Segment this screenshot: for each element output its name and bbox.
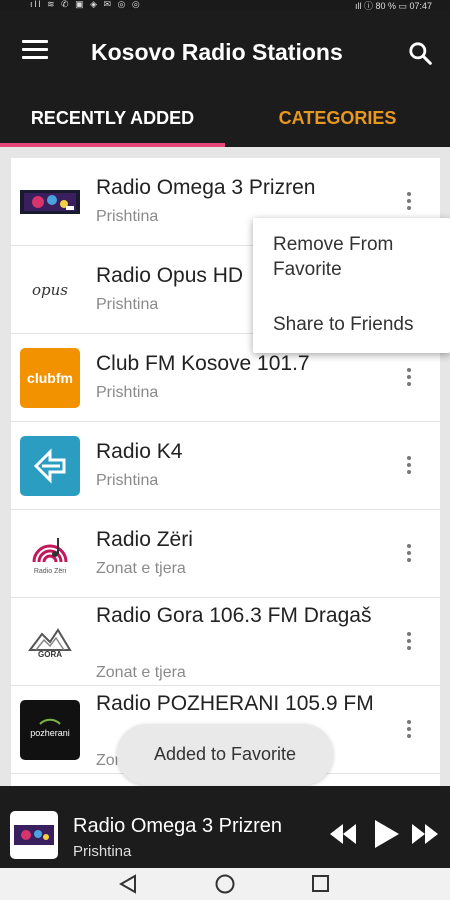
- clubfm-logo-text: clubfm: [27, 370, 73, 386]
- hamburger-menu-icon[interactable]: [22, 40, 48, 60]
- pozherani-logo: pozherani: [20, 700, 80, 760]
- omega-logo: [20, 172, 80, 232]
- clubfm-logo: clubfm: [20, 348, 80, 408]
- gora-logo: GORA: [20, 612, 80, 672]
- toast-message: Added to Favorite: [117, 724, 333, 785]
- station-name: Club FM Kosove 101.7: [96, 352, 310, 375]
- more-options-icon[interactable]: [403, 456, 415, 478]
- more-options-icon[interactable]: [403, 368, 415, 390]
- station-location: Zonat e tjera: [96, 664, 186, 681]
- station-location: Prishtina: [96, 384, 159, 401]
- home-icon[interactable]: [214, 874, 236, 896]
- station-row[interactable]: Radio K4 Prishtina: [11, 422, 440, 510]
- player-station-logo: [10, 811, 58, 859]
- play-icon[interactable]: [375, 820, 399, 848]
- gora-logo-text: GORA: [38, 650, 62, 659]
- station-location: Zonat e tjera: [96, 560, 186, 577]
- station-location: Prishtina: [96, 208, 159, 225]
- recents-icon[interactable]: [311, 874, 331, 894]
- rewind-icon[interactable]: [330, 824, 356, 844]
- station-location: Prishtina: [96, 472, 159, 489]
- tab-recently-added[interactable]: RECENTLY ADDED: [0, 90, 225, 147]
- more-options-icon[interactable]: [403, 632, 415, 654]
- tab-categories[interactable]: CATEGORIES: [225, 90, 450, 147]
- station-name: Radio Gora 106.3 FM Dragaš: [96, 604, 372, 627]
- player-station-name: Radio Omega 3 Prizren: [73, 815, 282, 837]
- station-name: Radio Zëri: [96, 528, 193, 551]
- options-popup-menu: Remove From Favorite Share to Friends: [253, 218, 450, 353]
- search-icon[interactable]: [407, 40, 433, 66]
- tab-indicator: [0, 143, 225, 147]
- more-options-icon[interactable]: [403, 192, 415, 214]
- menu-item-remove-favorite[interactable]: Remove From Favorite: [273, 232, 448, 282]
- menu-item-share[interactable]: Share to Friends: [273, 312, 448, 337]
- status-icons-left: ıll ≋ ✆ ▣ ◈ ✉ ◎ ◎: [30, 0, 142, 9]
- fast-forward-icon[interactable]: [412, 824, 438, 844]
- zeri-logo: Radio Zëri: [20, 524, 80, 584]
- app-title: Kosovo Radio Stations: [91, 39, 343, 65]
- station-name: Radio POZHERANI 105.9 FM: [96, 692, 374, 715]
- zeri-logo-text: Radio Zëri: [33, 568, 67, 575]
- opus-logo: opus: [20, 260, 80, 320]
- opus-logo-text: opus: [32, 281, 68, 299]
- back-icon[interactable]: [119, 874, 137, 894]
- station-row[interactable]: Radio Zëri Radio Zëri Zonat e tjera: [11, 510, 440, 598]
- system-nav-bar: [0, 868, 450, 900]
- player-bar[interactable]: Radio Omega 3 Prizren Prishtina: [0, 786, 450, 868]
- tab-bar: RECENTLY ADDED CATEGORIES: [0, 90, 450, 147]
- more-options-icon[interactable]: [403, 544, 415, 566]
- k4-logo: [20, 436, 80, 496]
- station-name: Radio K4: [96, 440, 183, 463]
- player-station-location: Prishtina: [73, 843, 132, 860]
- pozherani-logo-text: pozherani: [30, 728, 70, 738]
- status-bar: ıll ≋ ✆ ▣ ◈ ✉ ◎ ◎ ıll ⓘ 80 % ▭ 07:47: [0, 0, 450, 11]
- station-row[interactable]: GORA Radio Gora 106.3 FM Dragaš Zonat e …: [11, 598, 440, 686]
- station-name: Radio Omega 3 Prizren: [96, 176, 316, 199]
- app-bar: Kosovo Radio Stations: [0, 10, 450, 90]
- station-location: Prishtina: [96, 296, 159, 313]
- more-options-icon[interactable]: [403, 720, 415, 742]
